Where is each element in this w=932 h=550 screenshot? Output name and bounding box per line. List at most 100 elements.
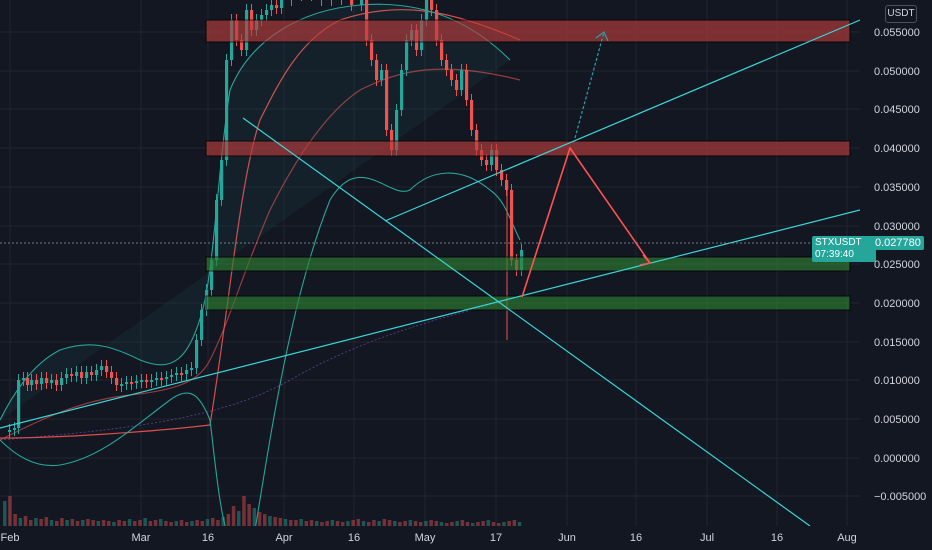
volume-bar [49,520,54,526]
volume-bar [159,519,163,526]
volume-bar [268,516,272,526]
volume-bar [195,520,199,526]
volume-bar [403,521,407,526]
volume-bar [29,520,33,526]
resistance-zone-upper [205,19,851,43]
volume-bar [445,523,449,526]
candle-body [385,70,389,130]
candle-body [90,372,94,375]
price-tick-label: 0.050000 [874,66,920,78]
volume-bar [341,522,345,526]
volume-bar [237,511,241,526]
candle-body [185,370,189,374]
volume-bar [351,520,355,526]
volume-bar [497,523,501,526]
candle-body [175,373,179,375]
volume-bar [179,520,184,526]
volume-bar [356,519,361,526]
time-tick-label: 17 [490,532,502,544]
candle-body [8,430,12,432]
candle-body [65,374,69,378]
price-axis[interactable] [860,0,932,550]
volume-bar [34,518,38,526]
candle-body [170,375,174,377]
time-tick-label: Mar [132,532,151,544]
candle-body [105,366,109,372]
volume-bar [185,522,189,526]
candle-body [440,40,444,60]
volume-bar [325,521,329,526]
last-price-value: 0.027780 [872,236,924,250]
volume-bar [335,521,340,526]
support-zone-upper [205,256,851,272]
candle-body [370,40,374,60]
volume-bar [70,519,75,526]
volume-bar [413,521,418,526]
volume-bar [221,517,225,526]
time-tick-label: 16 [630,532,642,544]
volume-bar [164,521,168,526]
volume-bar [91,520,95,526]
resistance-zone-lower [205,140,851,157]
candle-body [510,190,514,260]
candle-body [460,70,464,90]
volume-bar [517,522,522,526]
volume-bar [3,501,7,526]
candle-body [260,15,264,20]
candle-body [95,370,99,375]
volume-bar [169,522,173,526]
volume-bar [211,518,215,526]
candle-body [180,373,184,375]
price-tick-label: 0.025000 [874,259,920,271]
volume-bar [393,521,397,526]
time-tick-label: Apr [275,532,292,544]
volume-bar [471,523,475,526]
candle-body [275,5,279,8]
volume-bar [367,522,371,526]
candle-body [35,380,39,384]
candle-body [80,372,84,378]
currency-badge[interactable]: USDT [885,5,917,23]
time-tick-label: 16 [202,532,214,544]
volume-bar [507,521,511,526]
price-tick-label: 0.020000 [874,298,920,310]
volume-bar [122,521,127,526]
price-tick-label: 0.010000 [874,375,920,387]
volume-bar [200,521,205,526]
volume-bar [107,521,111,526]
time-tick-label: Jun [558,532,576,544]
price-tick-label: 0.055000 [874,27,920,39]
volume-bar [361,521,366,526]
candle-body [465,70,469,100]
candle-body [375,60,379,80]
volume-bar [382,519,387,526]
volume-bar [455,521,459,526]
price-tick-label: 0.000000 [874,453,920,465]
volume-bar [133,521,137,526]
candle-body [190,368,194,370]
price-tick-label: 0.040000 [874,143,920,155]
volume-bar [315,521,319,526]
price-tick-label: 0.015000 [874,337,920,349]
volume-bar [372,520,376,526]
candle-body [17,380,21,428]
volume-bar [304,521,309,526]
candle-body [100,366,104,370]
volume-bar [101,520,106,526]
volume-bar [117,520,121,526]
volume-bar [434,521,439,526]
candle-body [155,378,159,380]
volume-bar [257,512,262,526]
volume-bar [273,517,277,526]
volume-bar [387,520,392,526]
candle-body [165,377,169,379]
volume-bar [330,520,335,526]
chart-canvas[interactable]: 0.055000 0.050000 0.045000 0.040000 0.035000… [0,0,932,550]
volume-bar [39,519,43,526]
volume-bar [55,521,59,526]
volume-bar [143,518,147,526]
volume-bar [205,519,210,526]
volume-bar [60,518,64,526]
candle-body [115,378,119,385]
candle-body [30,380,34,385]
